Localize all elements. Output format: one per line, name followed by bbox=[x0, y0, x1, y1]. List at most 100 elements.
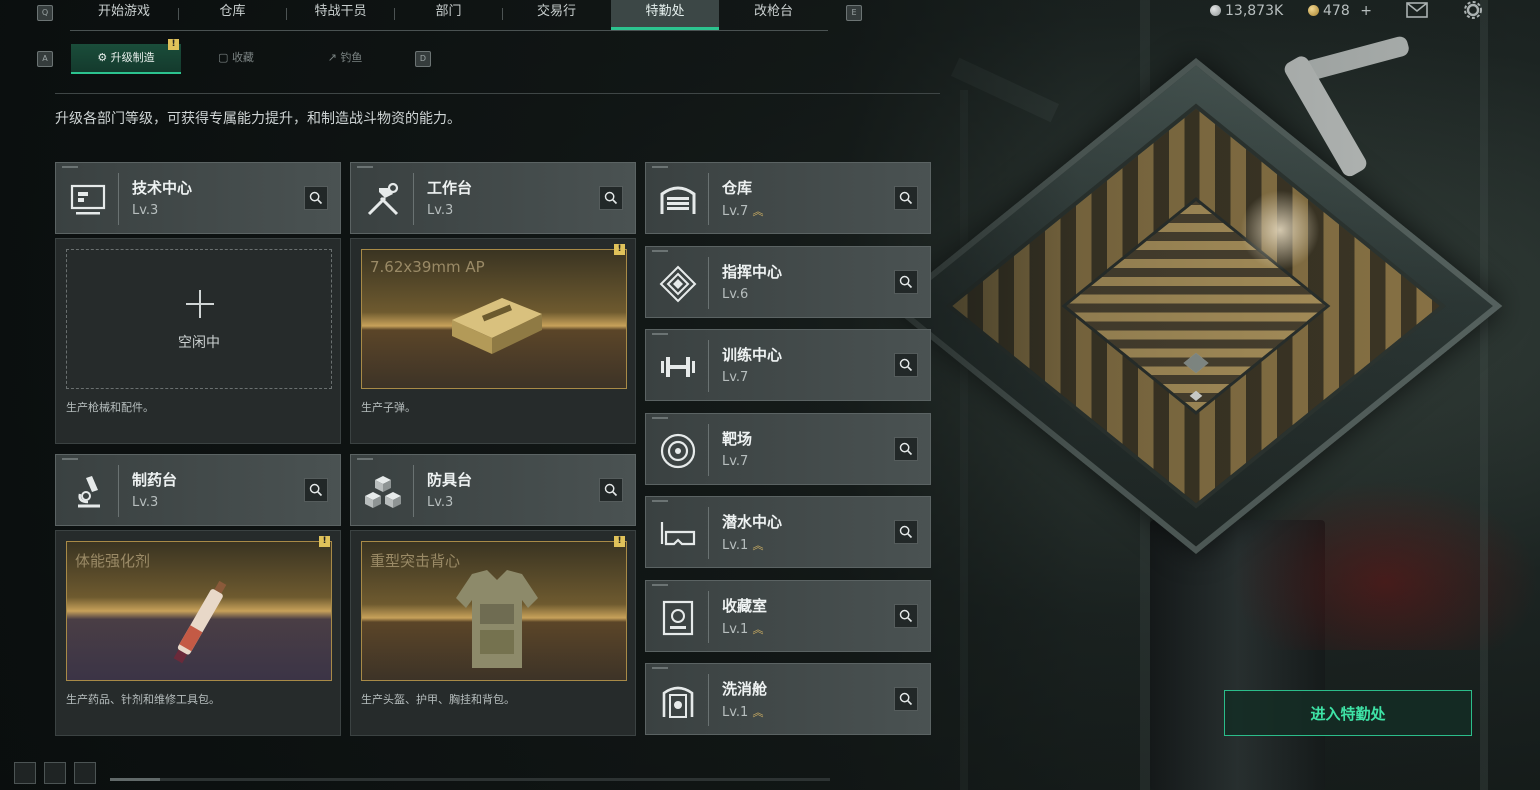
subtab-collection[interactable]: ▢ 收藏 bbox=[181, 44, 291, 72]
search-icon[interactable] bbox=[894, 186, 918, 210]
item-name: 体能强化剂 bbox=[75, 552, 151, 570]
alert-badge: ! bbox=[168, 39, 179, 50]
facility-diving-center[interactable]: 潜水中心 Lv.1 ︽ bbox=[645, 496, 931, 568]
search-icon[interactable] bbox=[894, 604, 918, 628]
add-currency-button[interactable]: + bbox=[1360, 3, 1372, 19]
search-icon[interactable] bbox=[599, 186, 623, 210]
gear-icon[interactable] bbox=[1462, 1, 1484, 19]
facility-collection-room[interactable]: 收藏室 Lv.1 ︽ bbox=[645, 580, 931, 652]
fishing-icon: ↗ bbox=[327, 51, 341, 64]
facility-name: 指挥中心 bbox=[722, 263, 783, 281]
bottom-progress-fill bbox=[110, 778, 160, 781]
facility-level: Lv.1 ︽ bbox=[722, 537, 763, 553]
tab-market[interactable]: 交易行 bbox=[503, 0, 610, 30]
tab-start-game[interactable]: 开始游戏 bbox=[70, 0, 178, 30]
facility-name: 靶场 bbox=[722, 430, 753, 448]
silver-amount: 13,873K bbox=[1225, 3, 1284, 19]
tab-department[interactable]: 部门 bbox=[395, 0, 502, 30]
card-tech-center-body: 空闲中 生产枪械和配件。 bbox=[55, 238, 341, 444]
toolbar-square-icon[interactable] bbox=[14, 762, 36, 784]
search-icon[interactable] bbox=[894, 270, 918, 294]
production-slot[interactable]: 体能强化剂 bbox=[66, 541, 332, 681]
goggles-icon bbox=[660, 522, 696, 546]
card-separator bbox=[708, 507, 709, 559]
tools-icon bbox=[367, 182, 399, 216]
search-icon[interactable] bbox=[304, 186, 328, 210]
card-description: 生产子弹。 bbox=[361, 401, 416, 414]
mail-icon[interactable] bbox=[1406, 1, 1428, 19]
facility-name: 训练中心 bbox=[722, 346, 783, 364]
card-workbench[interactable]: 工作台 Lv.3 bbox=[350, 162, 636, 234]
key-hint-d: D bbox=[415, 51, 431, 67]
level-text: Lv.1 bbox=[722, 538, 749, 553]
ammo-box-icon bbox=[452, 298, 542, 354]
toolbar-square-icon[interactable] bbox=[44, 762, 66, 784]
card-separator bbox=[118, 173, 119, 225]
card-corner-mark bbox=[357, 166, 373, 168]
upgrade-available-icon: ︽ bbox=[752, 539, 764, 552]
idle-slot[interactable]: 空闲中 bbox=[66, 249, 332, 389]
search-icon[interactable] bbox=[304, 478, 328, 502]
subtab-fishing[interactable]: ↗ 钓鱼 bbox=[290, 44, 400, 72]
facility-level: Lv.6 bbox=[722, 287, 749, 302]
facility-level: Lv.7 ︽ bbox=[722, 203, 763, 219]
facility-training-center[interactable]: 训练中心 Lv.7 bbox=[645, 329, 931, 401]
card-pharmacy[interactable]: 制药台 Lv.3 bbox=[55, 454, 341, 526]
card-separator bbox=[708, 173, 709, 225]
facility-command-center[interactable]: 指挥中心 Lv.6 bbox=[645, 246, 931, 318]
production-slot[interactable]: 7.62x39mm AP bbox=[361, 249, 627, 389]
card-corner-mark bbox=[652, 500, 668, 502]
idle-label: 空闲中 bbox=[178, 335, 220, 351]
top-navigation: Q 开始游戏 仓库 特战干员 部门 交易行 特勤处 改枪台 E 13,873K … bbox=[0, 0, 1540, 31]
card-separator bbox=[708, 424, 709, 476]
facility-level: Lv.7 bbox=[722, 370, 749, 385]
tab-operators[interactable]: 特战干员 bbox=[287, 0, 394, 30]
facility-warehouse[interactable]: 仓库 Lv.7 ︽ bbox=[645, 162, 931, 234]
facility-name: 仓库 bbox=[722, 179, 753, 197]
vest-icon bbox=[456, 570, 538, 668]
card-separator bbox=[708, 674, 709, 726]
card-separator bbox=[413, 465, 414, 517]
card-separator bbox=[118, 465, 119, 517]
search-icon[interactable] bbox=[599, 478, 623, 502]
key-hint-a: A bbox=[37, 51, 53, 67]
subtab-upgrade-craft[interactable]: ⚙ 升级制造 bbox=[71, 44, 181, 74]
facility-name: 防具台 bbox=[427, 471, 473, 489]
card-armor-bench[interactable]: 防具台 Lv.3 bbox=[350, 454, 636, 526]
production-slot[interactable]: 重型突击背心 bbox=[361, 541, 627, 681]
section-divider bbox=[55, 93, 940, 94]
facility-level: Lv.1 ︽ bbox=[722, 704, 763, 720]
gold-currency[interactable]: 478 + bbox=[1308, 1, 1372, 21]
card-corner-mark bbox=[62, 458, 78, 460]
card-corner-mark bbox=[652, 333, 668, 335]
tab-special-ops[interactable]: 特勤处 bbox=[611, 0, 719, 30]
card-corner-mark bbox=[652, 584, 668, 586]
search-icon[interactable] bbox=[894, 520, 918, 544]
key-hint-left: Q bbox=[37, 5, 53, 21]
tab-warehouse[interactable]: 仓库 bbox=[179, 0, 286, 30]
facility-shooting-range[interactable]: 靶场 Lv.7 bbox=[645, 413, 931, 485]
facility-name: 制药台 bbox=[132, 471, 178, 489]
upgrade-available-icon: ︽ bbox=[752, 706, 764, 719]
enter-special-ops-button[interactable]: 进入特勤处 bbox=[1224, 690, 1472, 736]
card-corner-mark bbox=[652, 667, 668, 669]
tab-gunsmith[interactable]: 改枪台 bbox=[720, 0, 827, 30]
card-corner-mark bbox=[62, 166, 78, 168]
card-tech-center[interactable]: 技术中心 Lv.3 bbox=[55, 162, 341, 234]
card-separator bbox=[708, 257, 709, 309]
microscope-icon bbox=[78, 476, 100, 508]
silver-currency[interactable]: 13,873K bbox=[1210, 1, 1283, 21]
facility-decontamination[interactable]: 洗消舱 Lv.1 ︽ bbox=[645, 663, 931, 735]
key-hint-right: E bbox=[846, 5, 862, 21]
search-icon[interactable] bbox=[894, 437, 918, 461]
level-text: Lv.1 bbox=[722, 705, 749, 720]
silver-coin-icon bbox=[1210, 5, 1221, 16]
level-text: Lv.7 bbox=[722, 204, 749, 219]
item-name: 7.62x39mm AP bbox=[370, 258, 485, 276]
toolbar-square-icon[interactable] bbox=[74, 762, 96, 784]
facility-level: Lv.3 bbox=[132, 203, 159, 218]
search-icon[interactable] bbox=[894, 353, 918, 377]
nav-underline bbox=[70, 30, 828, 31]
search-icon[interactable] bbox=[894, 687, 918, 711]
alert-badge: ! bbox=[614, 244, 625, 255]
